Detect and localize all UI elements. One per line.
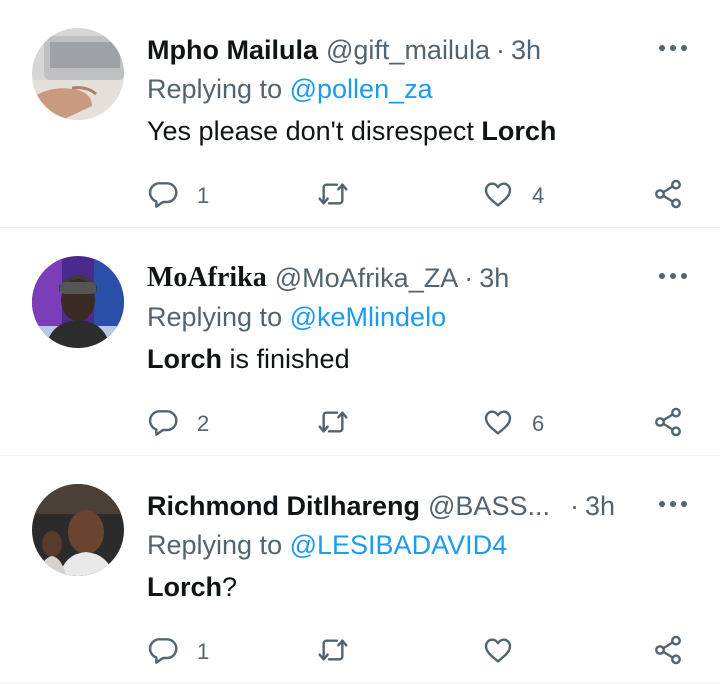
like-count: 4	[532, 183, 545, 208]
replying-to: Replying to @pollen_za	[147, 74, 433, 105]
user-handle[interactable]: @BASS...	[428, 491, 550, 522]
mention-link[interactable]: @keMlindelo	[290, 302, 446, 332]
reply-count: 1	[197, 639, 210, 664]
retweet-button[interactable]	[317, 404, 367, 444]
avatar[interactable]	[32, 484, 124, 576]
separator-dot: ·	[464, 262, 474, 293]
reply-button[interactable]: 2	[147, 404, 209, 444]
mention-link[interactable]: @LESIBADAVID4	[290, 530, 508, 560]
retweet-button[interactable]	[317, 632, 367, 672]
avatar[interactable]	[32, 28, 124, 120]
reply-button[interactable]: 1	[147, 176, 209, 216]
tweet-text: Yes please don't disrespect Lorch	[147, 116, 556, 147]
like-button[interactable]	[482, 632, 532, 672]
like-button[interactable]: 6	[482, 404, 544, 444]
separator-dot: ·	[569, 490, 579, 521]
retweet-icon	[317, 406, 349, 443]
separator-dot: ·	[495, 34, 505, 65]
display-name[interactable]: Richmond Ditlhareng	[147, 491, 420, 522]
tweet-text: Lorch is finished	[147, 344, 350, 375]
share-icon	[652, 178, 684, 215]
tweet-header: Mpho Mailula @gift_mailula · 3h	[147, 30, 650, 70]
share-button[interactable]	[652, 632, 684, 672]
tweet-text-bold: Lorch	[481, 116, 557, 146]
replying-to: Replying to @LESIBADAVID4	[147, 530, 507, 561]
tweet-header: Richmond Ditlhareng @BASS... · 3h	[147, 486, 650, 526]
user-handle[interactable]: @gift_mailula	[326, 35, 490, 66]
tweet-text-after: ?	[222, 572, 238, 602]
more-options-icon[interactable]	[656, 492, 690, 516]
tweet-text-bold: Lorch	[147, 344, 223, 374]
avatar[interactable]	[32, 256, 124, 348]
tweet-text-before: Yes please don't disrespect	[147, 116, 482, 146]
tweet-header: MoAfrika @MoAfrika_ZA · 3h	[147, 258, 650, 298]
timestamp[interactable]: 3h	[479, 263, 509, 294]
like-button[interactable]: 4	[482, 176, 544, 216]
tweet[interactable]: MoAfrika @MoAfrika_ZA · 3h Replying to @…	[0, 228, 720, 456]
share-button[interactable]	[652, 404, 684, 444]
heart-icon	[482, 178, 514, 215]
reply-count: 2	[197, 411, 210, 436]
tweet[interactable]: Mpho Mailula @gift_mailula · 3h Replying…	[0, 0, 720, 228]
user-handle[interactable]: @MoAfrika_ZA	[275, 263, 458, 294]
action-bar: 1 4	[147, 176, 697, 216]
retweet-icon	[317, 178, 349, 215]
share-button[interactable]	[652, 176, 684, 216]
reply-icon	[147, 406, 179, 443]
mention-link[interactable]: @pollen_za	[290, 74, 433, 104]
share-icon	[652, 406, 684, 443]
action-bar: 2 6	[147, 404, 697, 444]
replying-to-label: Replying to	[147, 530, 283, 560]
display-name[interactable]: MoAfrika	[147, 262, 267, 294]
timestamp[interactable]: 3h	[585, 491, 615, 522]
heart-icon	[482, 406, 514, 443]
replying-to-label: Replying to	[147, 74, 283, 104]
tweet-text: Lorch?	[147, 572, 237, 603]
more-options-icon[interactable]	[656, 264, 690, 288]
display-name[interactable]: Mpho Mailula	[147, 35, 318, 66]
reply-icon	[147, 634, 179, 671]
timestamp[interactable]: 3h	[511, 35, 541, 66]
heart-icon	[482, 634, 514, 671]
reply-button[interactable]: 1	[147, 632, 209, 672]
retweet-icon	[317, 634, 349, 671]
share-icon	[652, 634, 684, 671]
like-count: 6	[532, 411, 545, 436]
replying-to: Replying to @keMlindelo	[147, 302, 446, 333]
tweet[interactable]: Richmond Ditlhareng @BASS... · 3h Replyi…	[0, 456, 720, 684]
action-bar: 1	[147, 632, 697, 672]
reply-count: 1	[197, 183, 210, 208]
retweet-button[interactable]	[317, 176, 367, 216]
tweet-text-after: is finished	[222, 344, 350, 374]
reply-icon	[147, 178, 179, 215]
tweet-text-bold: Lorch	[147, 572, 223, 602]
more-options-icon[interactable]	[656, 36, 690, 60]
replying-to-label: Replying to	[147, 302, 283, 332]
